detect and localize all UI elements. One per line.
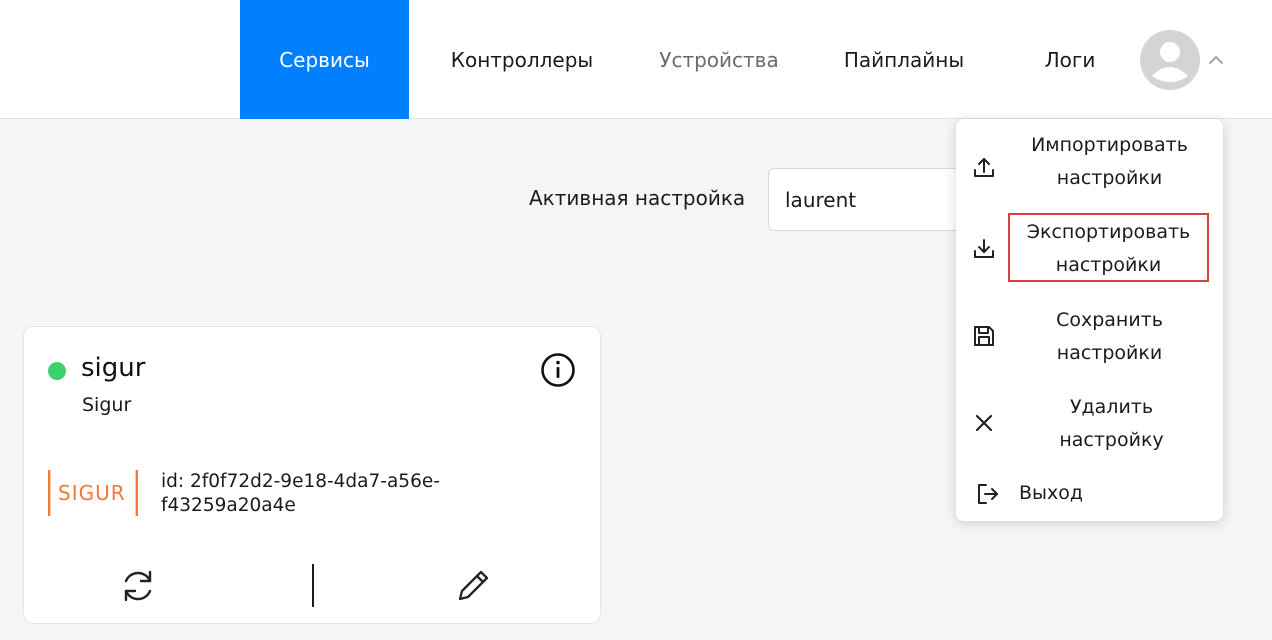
status-indicator: [48, 362, 66, 380]
menu-label-import: Импортировать настройки: [1031, 134, 1188, 189]
service-title: sigur: [81, 353, 146, 383]
tab-devices[interactable]: Устройства: [636, 0, 802, 119]
menu-item-logout[interactable]: Выход: [956, 476, 1223, 512]
chevron-up-icon[interactable]: [1206, 52, 1226, 68]
menu-item-delete[interactable]: Удалить настройку: [956, 390, 1223, 460]
save-icon: [974, 326, 994, 346]
tab-services[interactable]: Сервисы: [240, 0, 409, 119]
sigur-logo: SIGUR: [48, 470, 140, 516]
close-icon: [975, 414, 993, 432]
top-navbar: Сервисы Контроллеры Устройства Пайплайны…: [0, 0, 1272, 119]
active-setting-label: Активная настройка: [529, 186, 746, 210]
user-dropdown-menu: Импортировать настройки Экспортировать н…: [956, 119, 1223, 521]
menu-label-logout: Выход: [1019, 482, 1084, 504]
service-card: sigur Sigur SIGUR id: 2f0f72d2-9e18-4da7…: [23, 326, 601, 624]
edit-icon[interactable]: [456, 567, 492, 603]
refresh-icon[interactable]: [119, 567, 157, 605]
logout-icon: [978, 484, 998, 504]
menu-item-import[interactable]: Импортировать настройки: [956, 127, 1223, 207]
selection-highlight: [1008, 213, 1209, 282]
sigur-logo-text: SIGUR: [58, 481, 126, 505]
tab-pipelines[interactable]: Пайплайны: [820, 0, 988, 119]
service-id: id: 2f0f72d2-9e18-4da7-a56e-f43259a20a4e: [161, 471, 440, 516]
menu-label-save: Сохранить настройки: [1056, 309, 1163, 364]
menu-label-delete: Удалить настройку: [1059, 396, 1164, 451]
user-avatar-icon[interactable]: [1140, 30, 1200, 90]
upload-icon: [974, 158, 994, 177]
menu-item-save[interactable]: Сохранить настройки: [956, 303, 1223, 373]
service-subtitle: Sigur: [82, 394, 132, 416]
tab-controllers[interactable]: Контроллеры: [422, 0, 622, 119]
actions-divider: [312, 564, 314, 607]
download-icon: [974, 239, 994, 258]
info-icon[interactable]: [540, 352, 576, 388]
tab-logs[interactable]: Логи: [1020, 0, 1120, 119]
